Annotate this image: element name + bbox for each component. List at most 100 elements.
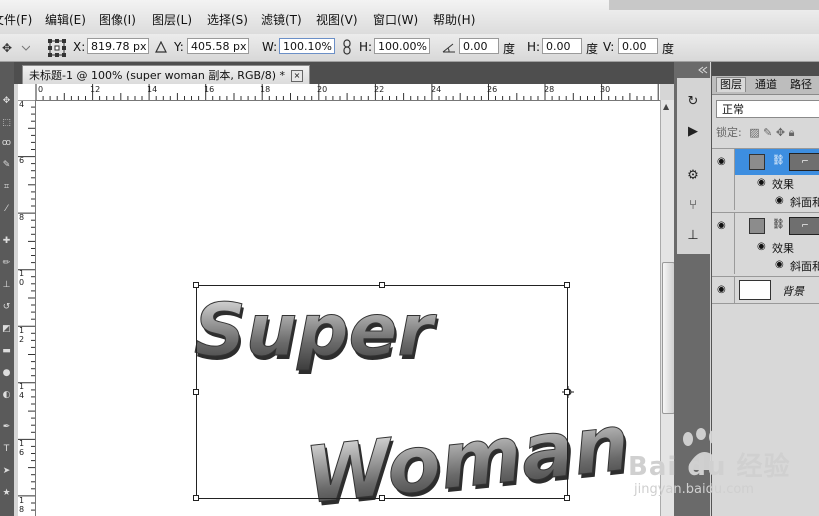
menu-filter[interactable]: 滤镜(T) bbox=[261, 11, 302, 28]
blend-mode-select[interactable]: 正常 bbox=[716, 100, 819, 118]
height-input[interactable]: 100.00% bbox=[374, 38, 430, 54]
shape-tool-icon[interactable]: ★ bbox=[1, 488, 12, 499]
gradient-tool-icon[interactable]: ▬ bbox=[1, 346, 12, 357]
super-text: Super bbox=[194, 288, 437, 372]
clone-source-panel-icon[interactable]: ⊥ bbox=[685, 228, 701, 244]
rotate-angle-icon bbox=[442, 43, 455, 53]
crop-tool-icon[interactable]: ⌗ bbox=[1, 182, 12, 193]
layer-row-background[interactable]: ◉ 背景 bbox=[712, 276, 819, 304]
effects-eye-icon[interactable]: ◉ bbox=[757, 178, 766, 188]
horizontal-ruler[interactable]: 0 12 14 16 18 20 22 24 26 28 30 bbox=[35, 84, 660, 101]
close-document-icon[interactable]: × bbox=[291, 70, 304, 82]
eye-icon[interactable]: ◉ bbox=[717, 157, 726, 167]
lasso-tool-icon[interactable]: ꝏ bbox=[1, 138, 12, 149]
layer-thumbnail bbox=[749, 218, 765, 234]
brushes-panel-icon[interactable]: ⑂ bbox=[685, 198, 701, 214]
vskew-input[interactable]: 0.00 bbox=[618, 38, 658, 54]
lock-row: 锁定: ▨ ✎ ✥ 🔒︎ bbox=[716, 124, 794, 140]
move-tool-icon[interactable]: ✥ bbox=[1, 96, 12, 107]
reference-point-icon[interactable] bbox=[48, 39, 66, 57]
artwork: Super Super Woman Woman bbox=[194, 285, 636, 516]
lock-all-icon[interactable]: 🔒︎ bbox=[789, 126, 795, 139]
transform-handle-top-right[interactable] bbox=[564, 282, 570, 288]
tab-paths[interactable]: 路径 bbox=[787, 78, 815, 92]
dodge-tool-icon[interactable]: ◐ bbox=[1, 390, 12, 401]
effects-label: 效果 bbox=[772, 242, 794, 255]
marquee-tool-icon[interactable]: ⬚ bbox=[1, 118, 12, 129]
menu-edit[interactable]: 编辑(E) bbox=[45, 11, 86, 28]
type-tool-icon[interactable]: T bbox=[1, 444, 12, 455]
eyedropper-tool-icon[interactable]: ⁄ bbox=[1, 204, 12, 215]
ruler-origin[interactable] bbox=[18, 84, 36, 101]
layer-effects-row[interactable]: ◉ 效果 bbox=[712, 238, 819, 256]
bevel-eye-icon[interactable]: ◉ bbox=[775, 196, 784, 206]
eraser-tool-icon[interactable]: ◩ bbox=[1, 324, 12, 335]
width-input[interactable]: 100.10% bbox=[279, 38, 335, 54]
y-input[interactable]: 405.58 px bbox=[187, 38, 249, 54]
ruler-h-label: 20 bbox=[317, 85, 328, 94]
healing-tool-icon[interactable]: ✚ bbox=[1, 236, 12, 247]
collapse-panels-icon[interactable] bbox=[698, 66, 708, 74]
ruler-h-label: 16 bbox=[204, 85, 215, 94]
layer-visibility-column: ◉ bbox=[712, 213, 735, 239]
hskew-label: H: bbox=[527, 40, 541, 54]
toolbox: ✥ ⬚ ꝏ ✎ ⌗ ⁄ ✚ ✏ ⊥ ↺ ◩ ▬ ● ◐ ✒ T ➤ ★ bbox=[0, 62, 14, 516]
history-brush-tool-icon[interactable]: ↺ bbox=[1, 302, 12, 313]
angle-input[interactable]: 0.00 bbox=[459, 38, 499, 54]
relative-position-icon[interactable] bbox=[155, 41, 167, 53]
quick-select-tool-icon[interactable]: ✎ bbox=[1, 160, 12, 171]
transform-handle-top[interactable] bbox=[379, 282, 385, 288]
tab-channels[interactable]: 通道 bbox=[752, 78, 780, 92]
baidu-watermark: Bai du 经验 jingyan.baidu.com bbox=[620, 428, 790, 512]
document-tab[interactable]: 未标题-1 @ 100% (super woman 副本, RGB/8) * × bbox=[22, 65, 311, 85]
menu-bar: 文件(F) 编辑(E) 图像(I) 图层(L) 选择(S) 滤镜(T) 视图(V… bbox=[0, 0, 819, 35]
history-panel-icon[interactable]: ↻ bbox=[685, 94, 701, 110]
lock-position-icon[interactable]: ✥ bbox=[776, 126, 785, 139]
menu-view[interactable]: 视图(V) bbox=[316, 11, 358, 28]
layer-visibility-column bbox=[712, 174, 735, 192]
layers-panel-tabs: 图层 通道 路径 bbox=[712, 76, 819, 95]
transform-handle-left[interactable] bbox=[193, 389, 199, 395]
effects-eye-icon[interactable]: ◉ bbox=[757, 242, 766, 252]
pen-tool-icon[interactable]: ✒ bbox=[1, 422, 12, 433]
blur-tool-icon[interactable]: ● bbox=[1, 368, 12, 379]
actions-panel-icon[interactable]: ▶ bbox=[685, 124, 701, 140]
brush-tool-icon[interactable]: ✏ bbox=[1, 258, 12, 269]
lock-transparency-icon[interactable]: ▨ bbox=[749, 126, 759, 139]
hskew-input[interactable]: 0.00 bbox=[542, 38, 582, 54]
document-canvas[interactable]: Super Super Woman Woman bbox=[36, 101, 660, 516]
lock-pixels-icon[interactable]: ✎ bbox=[763, 126, 772, 139]
bevel-effect-row[interactable]: ◉ 斜面和 bbox=[712, 256, 819, 274]
transform-handle-top-left[interactable] bbox=[193, 282, 199, 288]
scroll-up-icon[interactable]: ▲ bbox=[663, 102, 669, 111]
menu-help[interactable]: 帮助(H) bbox=[433, 11, 475, 28]
path-select-tool-icon[interactable]: ➤ bbox=[1, 466, 12, 477]
eye-icon[interactable]: ◉ bbox=[717, 221, 726, 231]
transform-handle-bottom-right[interactable] bbox=[564, 495, 570, 501]
layer-effects-row[interactable]: ◉ 效果 bbox=[712, 174, 819, 192]
move-tool-preset-icon[interactable]: ✥ bbox=[2, 41, 30, 55]
adjustments-panel-icon[interactable]: ⚙ bbox=[685, 168, 701, 184]
x-input[interactable]: 819.78 px bbox=[87, 38, 149, 54]
watermark-url: jingyan.baidu.com bbox=[634, 482, 754, 497]
transform-handle-bottom[interactable] bbox=[379, 495, 385, 501]
layer-row-super-woman[interactable]: ◉ ⛓︎ ⌐ bbox=[712, 212, 819, 239]
menu-file[interactable]: 文件(F) bbox=[0, 11, 32, 28]
stamp-tool-icon[interactable]: ⊥ bbox=[1, 280, 12, 291]
menu-layer[interactable]: 图层(L) bbox=[152, 11, 192, 28]
bevel-effect-row[interactable]: ◉ 斜面和 bbox=[712, 192, 819, 210]
menu-select[interactable]: 选择(S) bbox=[207, 11, 248, 28]
tab-layers[interactable]: 图层 bbox=[716, 77, 746, 92]
transform-handle-bottom-left[interactable] bbox=[193, 495, 199, 501]
ruler-h-label: 26 bbox=[487, 85, 498, 94]
bevel-eye-icon[interactable]: ◉ bbox=[775, 260, 784, 270]
layer-style-thumbnail-icon: ⌐ bbox=[789, 153, 819, 171]
link-icon[interactable] bbox=[342, 39, 352, 55]
eye-icon[interactable]: ◉ bbox=[717, 285, 726, 295]
horizontal-ruler-ticks bbox=[35, 84, 659, 100]
menu-image[interactable]: 图像(I) bbox=[99, 11, 136, 28]
vertical-ruler[interactable]: 4 6 8 1 0 1 2 1 4 1 6 1 8 bbox=[18, 100, 36, 516]
menu-window[interactable]: 窗口(W) bbox=[373, 11, 418, 28]
transform-handle-right[interactable] bbox=[564, 389, 570, 395]
layer-row-super-woman-copy[interactable]: ◉ ⛓︎ ⌐ bbox=[712, 148, 819, 175]
